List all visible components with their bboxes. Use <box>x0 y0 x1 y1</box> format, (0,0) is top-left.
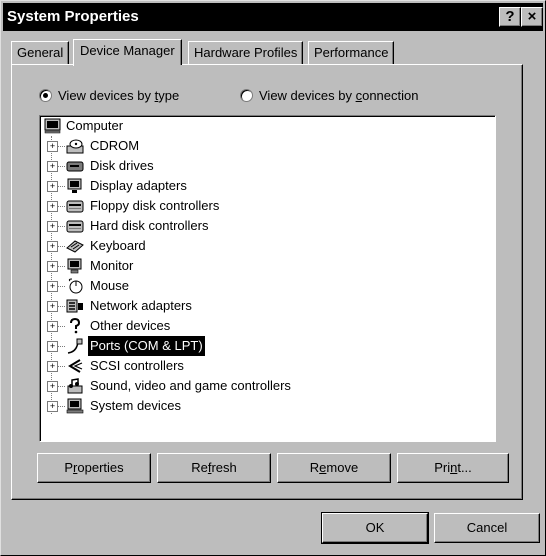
tree-dots <box>57 266 65 267</box>
system-devices-icon <box>66 398 84 414</box>
tree-dots <box>57 386 65 387</box>
tree-dots <box>57 306 65 307</box>
hard-disk-controller-icon <box>66 220 84 233</box>
tree-item-label: SCSI controllers <box>90 358 184 373</box>
cdrom-icon <box>66 139 84 154</box>
tree-dots <box>57 206 65 207</box>
tree-item-label: Sound, video and game controllers <box>90 378 291 393</box>
monitor-icon <box>67 258 82 274</box>
tree-dots <box>57 226 65 227</box>
tree-connector-line <box>51 136 52 414</box>
properties-button[interactable]: Properties <box>37 453 151 483</box>
device-tree[interactable]: Computer + CDROM + Disk drives + Display… <box>39 115 496 442</box>
close-button[interactable]: × <box>521 7 543 27</box>
tree-item-label: Keyboard <box>90 238 146 253</box>
system-properties-window: System Properties ? × General Device Man… <box>0 0 546 556</box>
floppy-controller-icon <box>66 200 84 213</box>
tree-item-label: System devices <box>90 398 182 413</box>
tree-item-label: Hard disk controllers <box>90 218 209 233</box>
radio-label-by-connection: View devices by connection <box>259 88 419 103</box>
radio-circle-checked <box>39 89 52 102</box>
cancel-button[interactable]: Cancel <box>434 513 540 543</box>
ok-button[interactable]: OK <box>321 512 429 544</box>
radio-circle-unchecked <box>240 89 253 102</box>
tree-item-label: Disk drives <box>90 158 154 173</box>
tree-dots <box>57 286 65 287</box>
tree-item-label-selected: Ports (COM & LPT) <box>87 335 206 357</box>
question-mark-icon <box>70 318 81 334</box>
disk-drive-icon <box>66 161 84 172</box>
computer-icon <box>44 118 61 134</box>
tree-item-label: Network adapters <box>90 298 192 313</box>
device-manager-panel: View devices by type View devices by con… <box>11 64 523 500</box>
window-title: System Properties <box>7 8 139 25</box>
scsi-icon <box>68 359 83 373</box>
tab-hardware-profiles[interactable]: Hardware Profiles <box>188 41 304 64</box>
display-adapter-icon <box>67 178 82 193</box>
sound-icon <box>67 378 83 394</box>
tree-item-label: Monitor <box>90 258 134 273</box>
tab-device-manager[interactable]: Device Manager <box>73 39 182 68</box>
tree-root-label: Computer <box>66 118 124 133</box>
radio-view-by-connection[interactable]: View devices by connection <box>240 88 418 103</box>
tree-item-label: Other devices <box>90 318 171 333</box>
title-bar[interactable]: System Properties ? × <box>3 3 543 31</box>
help-button[interactable]: ? <box>499 7 521 27</box>
keyboard-icon <box>66 240 84 253</box>
tree-dots <box>57 146 65 147</box>
refresh-button[interactable]: Refresh <box>157 453 271 483</box>
tree-dots <box>57 186 65 187</box>
radio-view-by-type[interactable]: View devices by type <box>39 88 179 103</box>
tree-dots <box>57 366 65 367</box>
tree-dots <box>57 326 65 327</box>
tree-dots <box>57 346 65 347</box>
network-adapter-icon <box>66 299 83 313</box>
tab-general[interactable]: General <box>11 41 70 64</box>
tree-dots <box>57 166 65 167</box>
tree-item-label: CDROM <box>90 138 140 153</box>
tree-dots <box>57 406 65 407</box>
tree-item-label: Display adapters <box>90 178 187 193</box>
print-button[interactable]: Print... <box>397 453 509 483</box>
port-icon <box>67 338 83 354</box>
mouse-icon <box>68 278 83 294</box>
tree-item-label: Mouse <box>90 278 130 293</box>
tab-performance[interactable]: Performance <box>308 41 395 64</box>
remove-button[interactable]: Remove <box>277 453 391 483</box>
tree-item-label: Floppy disk controllers <box>90 198 220 213</box>
tree-dots <box>57 246 65 247</box>
radio-label-by-type: View devices by type <box>58 88 180 103</box>
